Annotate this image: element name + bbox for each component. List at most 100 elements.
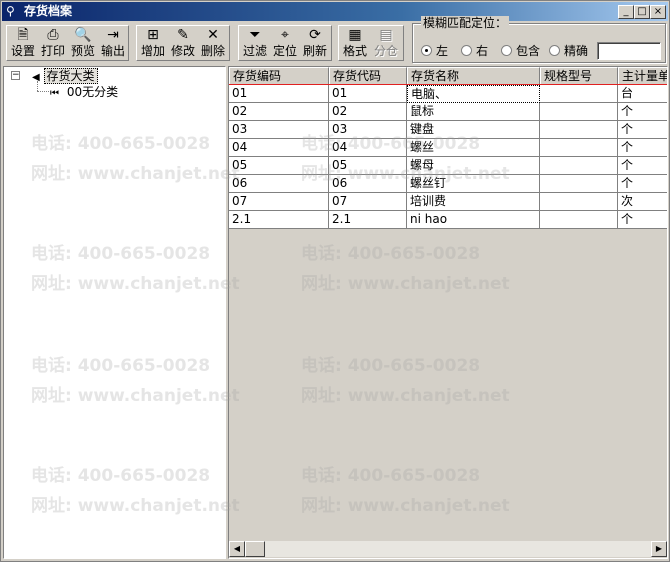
- cell-name[interactable]: 螺丝钉: [407, 175, 540, 193]
- col-header-code[interactable]: 存货编码: [229, 67, 329, 85]
- cell-spec[interactable]: [540, 193, 618, 211]
- cell-unit[interactable]: 个: [618, 139, 667, 157]
- locate-button[interactable]: ⌖ 定位: [271, 26, 299, 60]
- toolbar-group-format: ▦ 格式 ▤ 分仓: [338, 25, 404, 61]
- scroll-right-icon[interactable]: ▶: [651, 541, 667, 557]
- cell-code[interactable]: 04: [229, 139, 329, 157]
- table-row[interactable]: 06 06 螺丝钉个: [229, 175, 667, 193]
- fuzzy-match-group: 模糊匹配定位： 左 右 包含 精确: [412, 16, 666, 63]
- cell-name[interactable]: 螺母: [407, 157, 540, 175]
- minimize-button[interactable]: _: [618, 5, 634, 19]
- cell-code[interactable]: 05: [229, 157, 329, 175]
- cell-alias[interactable]: 05: [329, 157, 407, 175]
- cell-spec[interactable]: [540, 85, 618, 103]
- cell-unit[interactable]: 个: [618, 121, 667, 139]
- print-button[interactable]: ⎙ 打印: [39, 26, 67, 60]
- title-bar[interactable]: ⚲ 存货档案 _ □ ×: [2, 2, 668, 21]
- match-right-radio[interactable]: 右: [461, 44, 488, 58]
- add-button[interactable]: ⊞ 增加: [139, 26, 167, 60]
- match-contains-radio[interactable]: 包含: [501, 44, 540, 58]
- settings-button[interactable]: 🗎 设置: [9, 26, 37, 60]
- filter-button[interactable]: ⏷ 过滤: [241, 26, 269, 60]
- maximize-button[interactable]: □: [634, 5, 650, 19]
- category-tree: − ◀ 存货大类 ⏮ 00无分类: [3, 66, 226, 559]
- cell-code[interactable]: 02: [229, 103, 329, 121]
- radio-dot-icon: [501, 45, 512, 56]
- table-row[interactable]: 07 07 培训费次: [229, 193, 667, 211]
- cell-unit[interactable]: 个: [618, 103, 667, 121]
- export-button[interactable]: ⇥ 输出: [99, 26, 127, 60]
- table-row[interactable]: 05 05 螺母个: [229, 157, 667, 175]
- match-search-input[interactable]: [597, 42, 661, 60]
- table-row[interactable]: 02 02 鼠标个: [229, 103, 667, 121]
- edit-icon: ✎: [177, 27, 189, 43]
- cell-alias[interactable]: 04: [329, 139, 407, 157]
- cell-name[interactable]: 鼠标: [407, 103, 540, 121]
- tree-node-uncategorized[interactable]: ⏮ 00无分类: [50, 84, 118, 100]
- cell-spec[interactable]: [540, 211, 618, 229]
- close-button[interactable]: ×: [650, 5, 666, 19]
- locate-icon: ⌖: [281, 27, 289, 43]
- cell-code[interactable]: 06: [229, 175, 329, 193]
- search-key-icon: ⚲: [6, 4, 15, 18]
- delete-button[interactable]: ✕ 删除: [199, 26, 227, 60]
- cell-unit[interactable]: 次: [618, 193, 667, 211]
- table-row[interactable]: 2.1 2.1 ni hao 个: [229, 211, 667, 229]
- cell-spec[interactable]: [540, 175, 618, 193]
- format-icon: ▦: [348, 27, 362, 43]
- cell-name[interactable]: ni hao: [407, 211, 540, 229]
- cell-alias[interactable]: 03: [329, 121, 407, 139]
- cell-name[interactable]: 电脑、: [407, 85, 540, 103]
- inventory-window: ⚲ 存货档案 _ □ × 🗎 设置 ⎙ 打印 🔍 预览 ⇥ 输出 ⊞ 增加 ✎ …: [0, 0, 670, 562]
- cell-alias[interactable]: 2.1: [329, 211, 407, 229]
- cell-alias[interactable]: 06: [329, 175, 407, 193]
- cell-alias[interactable]: 02: [329, 103, 407, 121]
- toolbar-group-edit: ⊞ 增加 ✎ 修改 ✕ 删除: [136, 25, 230, 61]
- refresh-button[interactable]: ⟳ 刷新: [301, 26, 329, 60]
- scroll-thumb[interactable]: [245, 541, 265, 557]
- match-exact-radio[interactable]: 精确: [549, 44, 588, 58]
- cell-unit[interactable]: 个: [618, 211, 667, 229]
- cell-unit[interactable]: 个: [618, 157, 667, 175]
- table-row[interactable]: 01 01 电脑、台: [229, 84, 667, 104]
- horizontal-scrollbar[interactable]: ◀ ▶: [229, 541, 667, 557]
- cell-spec[interactable]: [540, 157, 618, 175]
- edit-button[interactable]: ✎ 修改: [169, 26, 197, 60]
- cell-code[interactable]: 01: [229, 85, 329, 103]
- export-icon: ⇥: [107, 27, 119, 43]
- cell-spec[interactable]: [540, 139, 618, 157]
- toolbar-group-output: 🗎 设置 ⎙ 打印 🔍 预览 ⇥ 输出: [6, 25, 129, 61]
- col-header-spec[interactable]: 规格型号: [540, 67, 618, 85]
- scroll-left-icon[interactable]: ◀: [229, 541, 245, 557]
- tree-connector-h: [37, 91, 49, 92]
- table-row[interactable]: 04 04 螺丝个: [229, 139, 667, 157]
- window-title: 存货档案: [24, 4, 73, 18]
- tree-node-root[interactable]: ◀ 存货大类: [32, 68, 98, 84]
- cell-code[interactable]: 07: [229, 193, 329, 211]
- cell-spec[interactable]: [540, 121, 618, 139]
- col-header-name[interactable]: 存货名称: [407, 67, 540, 85]
- cell-unit[interactable]: 个: [618, 175, 667, 193]
- preview-button[interactable]: 🔍 预览: [69, 26, 97, 60]
- cell-unit[interactable]: 台: [618, 85, 667, 103]
- format-button[interactable]: ▦ 格式: [341, 26, 369, 60]
- first-record-icon: ⏮: [50, 88, 59, 99]
- table-row[interactable]: 03 03 键盘个: [229, 121, 667, 139]
- col-header-unit[interactable]: 主计量单: [618, 67, 667, 85]
- match-left-radio[interactable]: 左: [421, 44, 448, 58]
- cell-alias[interactable]: 07: [329, 193, 407, 211]
- cell-code[interactable]: 2.1: [229, 211, 329, 229]
- tree-connector-v: [37, 81, 38, 91]
- cell-name[interactable]: 键盘: [407, 121, 540, 139]
- radio-dot-icon: [421, 45, 432, 56]
- cell-code[interactable]: 03: [229, 121, 329, 139]
- cell-name[interactable]: 培训费: [407, 193, 540, 211]
- cell-spec[interactable]: [540, 103, 618, 121]
- cell-alias[interactable]: 01: [329, 85, 407, 103]
- col-header-alias[interactable]: 存货代码: [329, 67, 407, 85]
- printer-icon: ⎙: [47, 27, 59, 43]
- collapse-icon[interactable]: −: [11, 71, 20, 80]
- warehouse-button[interactable]: ▤ 分仓: [372, 26, 400, 60]
- cell-name[interactable]: 螺丝: [407, 139, 540, 157]
- toolbar: 🗎 设置 ⎙ 打印 🔍 预览 ⇥ 输出 ⊞ 增加 ✎ 修改 ✕ 删除 ⏷ 过滤 …: [2, 16, 668, 64]
